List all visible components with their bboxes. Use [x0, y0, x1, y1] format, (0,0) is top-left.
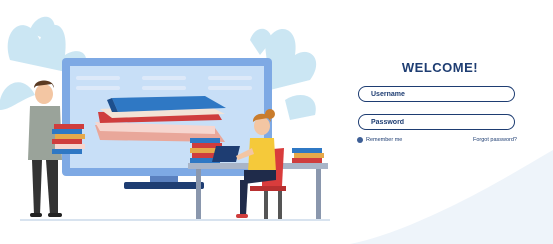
welcome-title: WELCOME! — [401, 60, 479, 75]
remember-me-label: Remember me — [366, 137, 403, 143]
desk-leg-right — [316, 169, 321, 221]
books-stack-icon — [95, 96, 226, 142]
monitor-base — [124, 182, 204, 189]
floor-line — [20, 219, 330, 221]
username-input[interactable] — [358, 86, 515, 102]
desk-books-right-icon — [292, 148, 324, 163]
password-input[interactable] — [358, 114, 515, 130]
held-books-icon — [52, 124, 85, 154]
radio-dot-icon[interactable] — [357, 137, 363, 143]
desk-leg-left — [196, 169, 201, 221]
login-panel: WELCOME! Remember me Forgot password? — [350, 0, 553, 244]
remember-me-checkbox[interactable]: Remember me — [357, 137, 402, 143]
illustration — [0, 16, 330, 221]
laptop-icon — [212, 146, 240, 162]
forgot-password-link[interactable]: Forgot password? — [473, 137, 517, 143]
